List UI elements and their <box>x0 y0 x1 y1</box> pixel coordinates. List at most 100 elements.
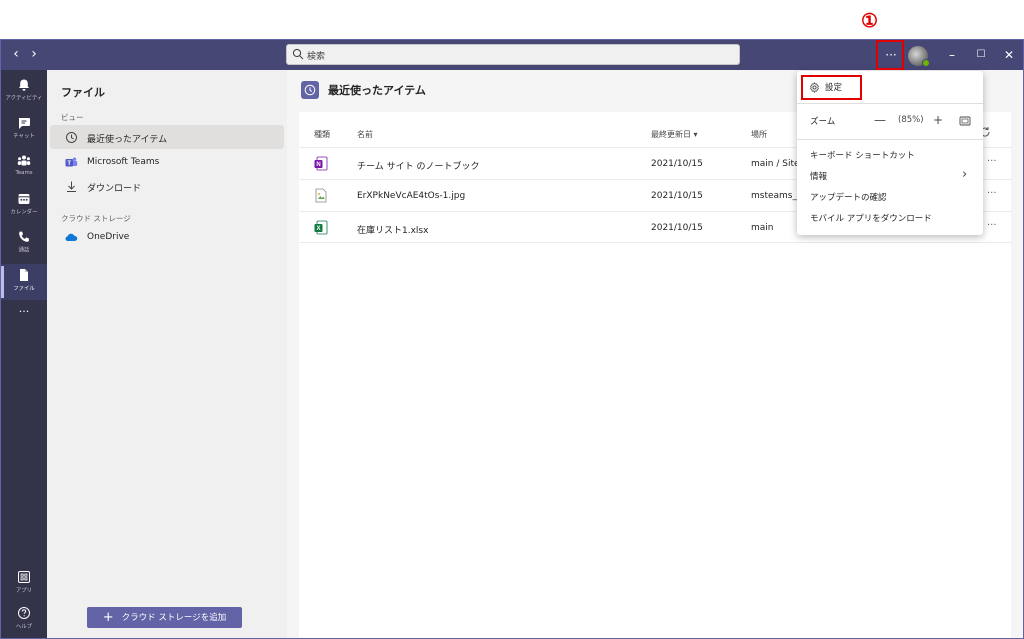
search-input[interactable]: 検索 <box>286 44 740 65</box>
onedrive-icon <box>65 233 78 241</box>
file-location[interactable]: main / Site <box>751 159 800 169</box>
chevron-right-icon: › <box>962 167 968 182</box>
help-icon <box>18 607 30 619</box>
excel-icon: X <box>314 220 328 235</box>
menu-item-label: 情報 <box>810 172 828 182</box>
rail-item-activity[interactable]: アクティビティ <box>1 74 47 110</box>
menu-divider <box>797 103 983 104</box>
nav-item-label: ダウンロード <box>87 184 142 194</box>
recent-header-icon <box>301 81 319 99</box>
column-header-location[interactable]: 場所 <box>751 129 767 140</box>
rail-item-teams[interactable]: Teams <box>1 150 47 186</box>
menu-item-label: キーボード ショートカット <box>810 151 915 161</box>
nav-item-downloads[interactable]: ダウンロード <box>50 174 284 198</box>
file-name[interactable]: 在庫リスト1.xlsx <box>357 223 428 236</box>
search-icon <box>292 48 304 60</box>
highlight-settings-item <box>801 75 862 100</box>
app-rail: アクティビティ チャット Teams カレンダー 通話 ファイル ··· アプリ <box>1 70 47 638</box>
rail-label: ファイル <box>13 285 35 292</box>
zoom-out-button[interactable]: — <box>874 113 886 127</box>
menu-item-check-updates[interactable]: アップデートの確認 <box>797 187 983 207</box>
image-icon <box>315 188 327 203</box>
menu-item-zoom: ズーム — (85%) + <box>797 111 983 131</box>
presence-available-icon <box>922 59 930 67</box>
column-header-modified[interactable]: 最終更新日 ▾ <box>651 129 698 140</box>
add-cloud-storage-button[interactable]: + クラウド ストレージを追加 <box>87 607 242 628</box>
rail-item-calls[interactable]: 通話 <box>1 226 47 262</box>
file-location[interactable]: main <box>751 223 774 233</box>
file-modified: 2021/10/15 <box>651 159 703 169</box>
clock-icon <box>66 132 77 143</box>
nav-item-onedrive[interactable]: OneDrive <box>50 225 284 249</box>
teams-icon <box>17 155 31 166</box>
row-more-button[interactable]: ··· <box>987 220 997 231</box>
rail-item-chat[interactable]: チャット <box>1 112 47 148</box>
svg-text:T: T <box>67 161 71 167</box>
download-icon <box>67 181 76 192</box>
phone-icon <box>19 231 29 242</box>
file-icon <box>20 269 28 281</box>
chat-icon <box>18 118 30 129</box>
search-placeholder: 検索 <box>307 52 326 62</box>
row-more-button[interactable]: ··· <box>987 156 997 167</box>
rail-more-apps-button[interactable]: ··· <box>1 302 47 338</box>
row-more-button[interactable]: ··· <box>987 188 997 199</box>
file-name[interactable]: チーム サイト のノートブック <box>357 159 479 172</box>
rail-label: Teams <box>15 169 33 176</box>
nav-item-recent[interactable]: 最近使ったアイテム <box>50 125 284 149</box>
onenote-icon: N <box>314 156 328 171</box>
bell-icon <box>19 79 29 91</box>
rail-item-apps[interactable]: アプリ <box>1 566 47 602</box>
nav-item-label: 最近使ったアイテム <box>87 135 168 145</box>
zoom-reset-icon[interactable] <box>959 116 971 126</box>
highlight-more-button <box>876 40 904 70</box>
file-modified: 2021/10/15 <box>651 191 703 201</box>
menu-item-label: アップデートの確認 <box>810 193 887 203</box>
nav-item-label: Microsoft Teams <box>87 157 160 167</box>
rail-item-files[interactable]: ファイル <box>1 264 47 300</box>
file-modified: 2021/10/15 <box>651 223 703 233</box>
nav-item-label: OneDrive <box>87 232 130 242</box>
svg-text:N: N <box>316 162 320 168</box>
rail-item-calendar[interactable]: カレンダー <box>1 188 47 224</box>
back-button[interactable]: ‹ <box>8 46 24 62</box>
menu-item-download-mobile[interactable]: モバイル アプリをダウンロード <box>797 208 983 228</box>
menu-item-label: モバイル アプリをダウンロード <box>810 214 932 224</box>
rail-label: アクティビティ <box>5 95 43 102</box>
clock-icon <box>304 84 316 96</box>
menu-item-keyboard-shortcuts[interactable]: キーボード ショートカット <box>797 145 983 165</box>
rail-label: アプリ <box>15 587 33 594</box>
column-header-type[interactable]: 種類 <box>314 129 330 140</box>
rail-item-help[interactable]: ヘルプ <box>1 602 47 638</box>
svg-text:X: X <box>316 226 320 232</box>
views-section-label: ビュー <box>61 113 84 122</box>
step-1-marker: ① <box>861 10 879 32</box>
file-location[interactable]: msteams_5 <box>751 191 803 201</box>
menu-item-info[interactable]: 情報 › <box>797 166 983 186</box>
plus-icon: + <box>102 610 114 625</box>
minimize-button[interactable]: – <box>941 45 963 65</box>
cloud-section-label: クラウド ストレージ <box>61 214 131 223</box>
zoom-level: (85%) <box>898 115 924 125</box>
page-title: 最近使ったアイテム <box>328 84 426 97</box>
rail-label: カレンダー <box>10 209 38 216</box>
files-pane-title: ファイル <box>61 86 105 99</box>
title-bar: ‹ › 検索 ··· – ☐ ✕ <box>1 40 1023 70</box>
apps-icon <box>18 571 30 583</box>
menu-divider <box>797 139 983 140</box>
column-header-name[interactable]: 名前 <box>357 129 373 140</box>
rail-label: チャット <box>13 133 35 140</box>
file-name[interactable]: ErXPkNeVcAE4tOs-1.jpg <box>357 191 465 201</box>
files-pane: ファイル ビュー 最近使ったアイテム T Microsoft Teams ダウン… <box>47 70 287 638</box>
menu-item-label: ズーム <box>810 117 836 127</box>
rail-label: 通話 <box>18 247 30 254</box>
forward-button[interactable]: › <box>26 46 42 62</box>
maximize-button[interactable]: ☐ <box>970 45 992 65</box>
close-button[interactable]: ✕ <box>998 45 1020 65</box>
calendar-icon <box>18 194 30 204</box>
rail-label: ヘルプ <box>15 623 33 630</box>
nav-item-microsoft-teams[interactable]: T Microsoft Teams <box>50 150 284 174</box>
add-cloud-storage-label: クラウド ストレージを追加 <box>121 613 227 623</box>
teams-logo-icon: T <box>65 157 78 167</box>
zoom-in-button[interactable]: + <box>933 113 943 127</box>
